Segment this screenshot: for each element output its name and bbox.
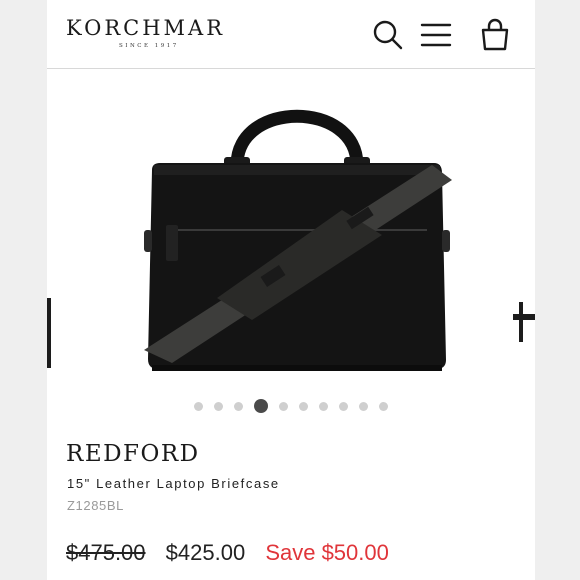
right-background-strip xyxy=(535,0,580,580)
black-leather-briefcase-image[interactable] xyxy=(142,95,452,380)
gallery-dot[interactable] xyxy=(214,401,223,411)
gallery-dot[interactable] xyxy=(319,401,328,411)
price-row: $475.00 $425.00 Save $50.00 xyxy=(66,540,389,566)
brand-tagline: SINCE 1917 xyxy=(119,43,179,49)
savings-label: Save $50.00 xyxy=(265,540,389,565)
gallery-dot[interactable] xyxy=(194,401,203,411)
search-icon[interactable] xyxy=(371,18,405,52)
gallery-dot-active[interactable] xyxy=(254,399,268,413)
site-header: KORCHMAR SINCE 1917 xyxy=(47,0,535,69)
brand-name: KORCHMAR xyxy=(66,16,226,40)
original-price: $475.00 xyxy=(66,540,146,565)
gallery-dot[interactable] xyxy=(379,401,388,411)
sale-price: $425.00 xyxy=(165,540,246,565)
gallery-dot[interactable] xyxy=(299,401,308,411)
product-page: KORCHMAR SINCE 1917 REDFORD 15" Leather … xyxy=(47,0,535,580)
product-subtitle: 15" Leather Laptop Briefcase xyxy=(67,476,280,491)
previous-image-peek[interactable] xyxy=(47,298,51,368)
brand-logo[interactable]: KORCHMAR SINCE 1917 xyxy=(66,16,236,52)
menu-icon[interactable] xyxy=(419,18,453,52)
product-sku: Z1285BL xyxy=(67,498,124,513)
gallery-dot[interactable] xyxy=(279,401,288,411)
gallery-dot[interactable] xyxy=(234,401,243,411)
gallery-dot[interactable] xyxy=(339,401,348,411)
next-image-peek[interactable] xyxy=(513,300,535,350)
left-background-strip xyxy=(0,0,47,580)
gallery-dot[interactable] xyxy=(359,401,368,411)
cart-bag-icon[interactable] xyxy=(478,18,512,52)
product-title: REDFORD xyxy=(66,441,200,467)
gallery-pagination xyxy=(47,398,535,414)
